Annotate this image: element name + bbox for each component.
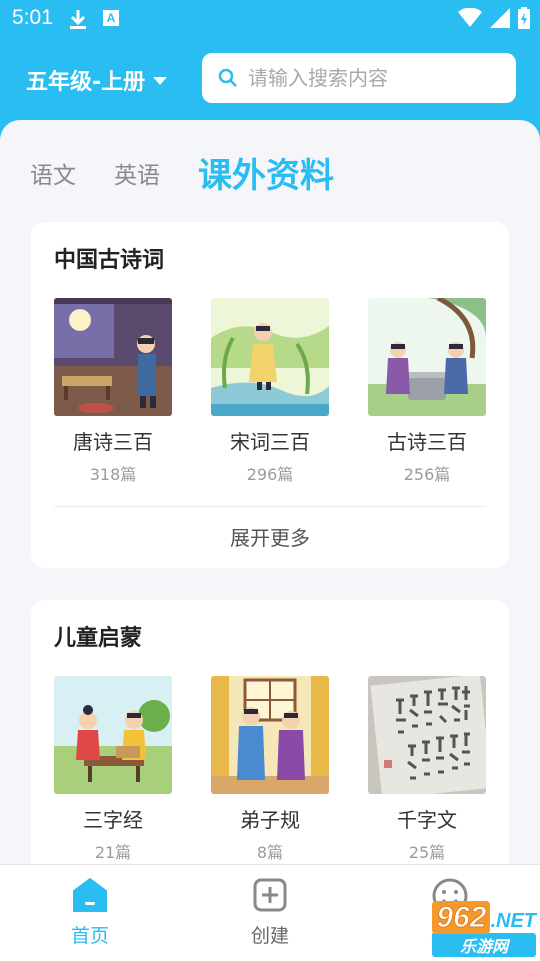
header: 五年级-上册 <box>0 52 540 104</box>
item-ancient-poems[interactable]: 古诗三百 256篇 <box>368 298 486 485</box>
item-count: 256篇 <box>403 465 451 484</box>
grade-selector[interactable]: 五年级-上册 <box>26 64 168 96</box>
search-input[interactable] <box>246 65 500 91</box>
item-count: 296篇 <box>246 465 294 484</box>
nav-label: 首页 <box>70 925 109 947</box>
item-three-character-classic[interactable]: 三字经 21篇 <box>54 676 172 863</box>
add-square-icon <box>253 878 287 912</box>
item-count: 8篇 <box>256 843 284 862</box>
section-title: 儿童启蒙 <box>54 626 143 651</box>
chevron-down-icon <box>153 77 168 85</box>
section-card-poetry: 中国古诗词 唐诗三百 318篇 宋词三百 296篇 古诗三百 256篇 展开更多 <box>31 222 509 568</box>
bowing-students-illustration <box>211 676 329 794</box>
item-disciple-rules[interactable]: 弟子规 8篇 <box>211 676 329 863</box>
bottom-nav: 首页 创建 我的 962.NET 乐游网 <box>0 864 540 961</box>
status-bar: 5:01 A <box>0 0 540 36</box>
item-tang-poems[interactable]: 唐诗三百 318篇 <box>54 298 172 485</box>
item-count: 21篇 <box>94 843 132 862</box>
tab-bar: 语文 英语 课外资料 <box>0 148 540 235</box>
calligraphy-illustration <box>368 676 486 794</box>
divider <box>54 506 486 507</box>
status-time: 5:01 <box>12 6 53 29</box>
nav-label: 创建 <box>250 925 289 947</box>
go-players-illustration <box>368 298 486 416</box>
app-notification-icon: A <box>103 10 119 26</box>
search-icon <box>218 68 237 87</box>
item-count: 25篇 <box>408 843 446 862</box>
item-name: 唐诗三百 <box>73 430 153 454</box>
tab-english[interactable]: 英语 <box>114 156 160 190</box>
watermark-cn: 乐游网 <box>432 933 536 957</box>
item-thousand-character-classic[interactable]: 千字文 25篇 <box>368 676 486 863</box>
expand-more-button[interactable]: 展开更多 <box>31 522 509 551</box>
item-name: 古诗三百 <box>387 430 467 454</box>
tab-extracurricular[interactable]: 课外资料 <box>198 148 334 197</box>
item-name: 宋词三百 <box>230 430 310 454</box>
watermark-net: .NET <box>490 910 536 932</box>
nav-create[interactable]: 创建 <box>220 877 320 948</box>
item-count: 318篇 <box>89 465 137 484</box>
watermark-number: 962 <box>432 901 491 935</box>
signal-icon <box>490 8 510 28</box>
status-icons <box>458 7 530 29</box>
item-song-ci[interactable]: 宋词三百 296篇 <box>211 298 329 485</box>
wifi-icon <box>458 8 482 27</box>
battery-icon <box>518 7 530 29</box>
download-icon <box>68 8 88 34</box>
section-card-enlightenment: 儿童启蒙 三字经 21篇 弟子规 8篇 千字文 25篇 <box>31 600 509 864</box>
riverside-scholar-illustration <box>211 298 329 416</box>
item-name: 弟子规 <box>240 808 300 832</box>
home-icon <box>73 878 107 912</box>
watermark-logo: 962 .NET 乐游网 <box>432 901 536 957</box>
main-content: 语文 英语 课外资料 中国古诗词 唐诗三百 318篇 宋词三百 296篇 古诗三… <box>0 120 540 864</box>
moonlit-scholar-illustration <box>54 298 172 416</box>
grade-label: 五年级-上册 <box>26 70 146 95</box>
tab-chinese[interactable]: 语文 <box>30 156 76 190</box>
item-name: 三字经 <box>83 808 143 832</box>
item-name: 千字文 <box>397 808 457 832</box>
section-title: 中国古诗词 <box>54 248 165 273</box>
search-bar[interactable] <box>202 53 516 103</box>
nav-home[interactable]: 首页 <box>40 877 140 948</box>
children-abacus-illustration <box>54 676 172 794</box>
